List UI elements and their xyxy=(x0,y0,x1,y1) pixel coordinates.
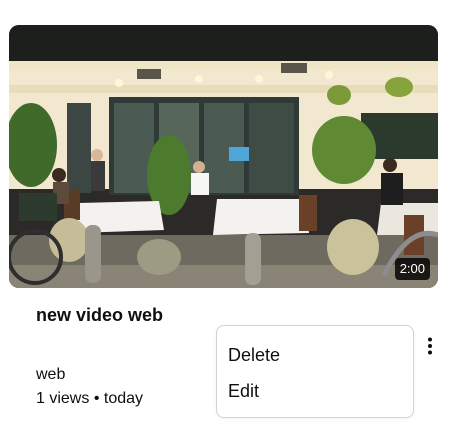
channel-name[interactable]: web xyxy=(36,365,65,385)
edit-menu-item[interactable]: Edit xyxy=(228,380,259,402)
view-count: 1 views xyxy=(36,390,90,407)
video-title[interactable]: new video web xyxy=(36,304,163,326)
thumbnail-image xyxy=(9,25,438,288)
video-context-menu: Delete Edit xyxy=(216,325,414,418)
meta-separator: • xyxy=(93,390,100,407)
more-vertical-icon xyxy=(428,337,432,355)
video-meta: 1 views • today xyxy=(36,389,143,409)
duration-badge: 2:00 xyxy=(394,258,430,280)
delete-menu-item[interactable]: Delete xyxy=(228,344,280,366)
video-thumbnail[interactable]: 2:00 xyxy=(9,25,438,288)
more-options-button[interactable] xyxy=(420,334,440,358)
video-card: 2:00 new video web web 1 views • today D… xyxy=(0,0,452,443)
upload-age: today xyxy=(103,390,144,407)
